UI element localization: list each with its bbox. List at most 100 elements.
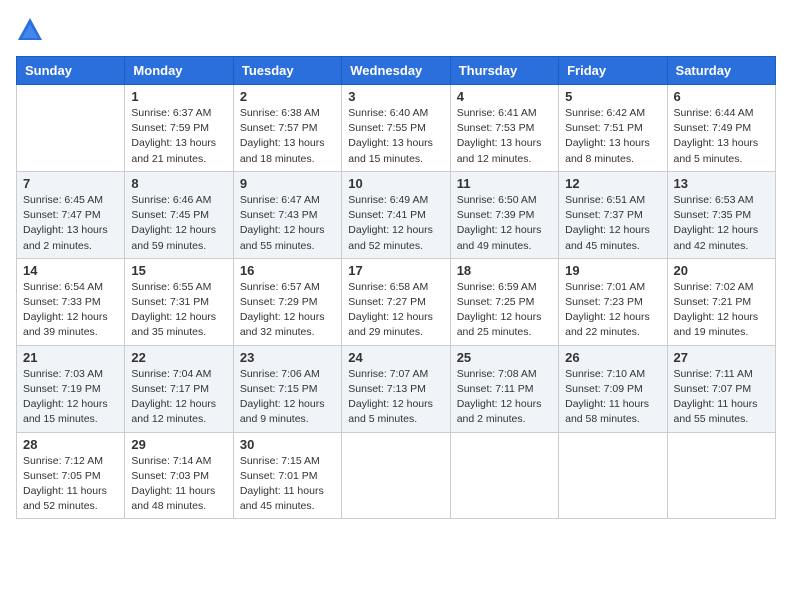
day-info: Sunrise: 6:55 AM Sunset: 7:31 PM Dayligh…	[131, 280, 226, 341]
day-header: Monday	[125, 57, 233, 85]
day-info: Sunrise: 6:40 AM Sunset: 7:55 PM Dayligh…	[348, 106, 443, 167]
day-number: 1	[131, 89, 226, 104]
day-header: Saturday	[667, 57, 775, 85]
day-info: Sunrise: 6:51 AM Sunset: 7:37 PM Dayligh…	[565, 193, 660, 254]
calendar-cell: 14 Sunrise: 6:54 AM Sunset: 7:33 PM Dayli…	[17, 258, 125, 345]
day-info: Sunrise: 7:11 AM Sunset: 7:07 PM Dayligh…	[674, 367, 769, 428]
calendar-cell: 19 Sunrise: 7:01 AM Sunset: 7:23 PM Dayli…	[559, 258, 667, 345]
day-number: 18	[457, 263, 552, 278]
day-info: Sunrise: 6:58 AM Sunset: 7:27 PM Dayligh…	[348, 280, 443, 341]
calendar-cell: 10 Sunrise: 6:49 AM Sunset: 7:41 PM Dayli…	[342, 171, 450, 258]
calendar-cell: 16 Sunrise: 6:57 AM Sunset: 7:29 PM Dayli…	[233, 258, 341, 345]
day-info: Sunrise: 7:12 AM Sunset: 7:05 PM Dayligh…	[23, 454, 118, 515]
day-info: Sunrise: 7:02 AM Sunset: 7:21 PM Dayligh…	[674, 280, 769, 341]
day-number: 14	[23, 263, 118, 278]
day-number: 12	[565, 176, 660, 191]
day-info: Sunrise: 6:46 AM Sunset: 7:45 PM Dayligh…	[131, 193, 226, 254]
day-number: 4	[457, 89, 552, 104]
calendar-cell: 4 Sunrise: 6:41 AM Sunset: 7:53 PM Daylig…	[450, 85, 558, 172]
day-info: Sunrise: 7:14 AM Sunset: 7:03 PM Dayligh…	[131, 454, 226, 515]
day-header: Tuesday	[233, 57, 341, 85]
calendar-cell: 3 Sunrise: 6:40 AM Sunset: 7:55 PM Daylig…	[342, 85, 450, 172]
calendar-cell: 25 Sunrise: 7:08 AM Sunset: 7:11 PM Dayli…	[450, 345, 558, 432]
calendar-cell	[667, 432, 775, 519]
calendar-cell: 8 Sunrise: 6:46 AM Sunset: 7:45 PM Daylig…	[125, 171, 233, 258]
day-number: 11	[457, 176, 552, 191]
day-header: Thursday	[450, 57, 558, 85]
calendar-cell: 6 Sunrise: 6:44 AM Sunset: 7:49 PM Daylig…	[667, 85, 775, 172]
day-info: Sunrise: 6:41 AM Sunset: 7:53 PM Dayligh…	[457, 106, 552, 167]
day-number: 8	[131, 176, 226, 191]
day-number: 30	[240, 437, 335, 452]
day-number: 2	[240, 89, 335, 104]
calendar-cell: 5 Sunrise: 6:42 AM Sunset: 7:51 PM Daylig…	[559, 85, 667, 172]
day-info: Sunrise: 6:57 AM Sunset: 7:29 PM Dayligh…	[240, 280, 335, 341]
day-number: 22	[131, 350, 226, 365]
day-number: 15	[131, 263, 226, 278]
calendar-week-row: 7 Sunrise: 6:45 AM Sunset: 7:47 PM Daylig…	[17, 171, 776, 258]
calendar-cell	[450, 432, 558, 519]
day-info: Sunrise: 6:47 AM Sunset: 7:43 PM Dayligh…	[240, 193, 335, 254]
day-info: Sunrise: 7:10 AM Sunset: 7:09 PM Dayligh…	[565, 367, 660, 428]
calendar-cell: 27Sunrise: 7:11 AM Sunset: 7:07 PM Dayli…	[667, 345, 775, 432]
day-header: Friday	[559, 57, 667, 85]
calendar-table: SundayMondayTuesdayWednesdayThursdayFrid…	[16, 56, 776, 519]
calendar-cell: 18Sunrise: 6:59 AM Sunset: 7:25 PM Dayli…	[450, 258, 558, 345]
logo	[16, 16, 48, 44]
day-number: 26	[565, 350, 660, 365]
day-number: 6	[674, 89, 769, 104]
day-header: Wednesday	[342, 57, 450, 85]
calendar-cell: 24Sunrise: 7:07 AM Sunset: 7:13 PM Dayli…	[342, 345, 450, 432]
calendar-cell: 7 Sunrise: 6:45 AM Sunset: 7:47 PM Daylig…	[17, 171, 125, 258]
calendar-cell: 21 Sunrise: 7:03 AM Sunset: 7:19 PM Dayli…	[17, 345, 125, 432]
calendar-cell: 23 Sunrise: 7:06 AM Sunset: 7:15 PM Dayli…	[233, 345, 341, 432]
calendar-cell: 26 Sunrise: 7:10 AM Sunset: 7:09 PM Dayli…	[559, 345, 667, 432]
day-info: Sunrise: 7:04 AM Sunset: 7:17 PM Dayligh…	[131, 367, 226, 428]
day-number: 28	[23, 437, 118, 452]
day-number: 13	[674, 176, 769, 191]
day-info: Sunrise: 7:03 AM Sunset: 7:19 PM Dayligh…	[23, 367, 118, 428]
day-info: Sunrise: 6:37 AM Sunset: 7:59 PM Dayligh…	[131, 106, 226, 167]
calendar-cell: 22 Sunrise: 7:04 AM Sunset: 7:17 PM Dayli…	[125, 345, 233, 432]
day-number: 16	[240, 263, 335, 278]
day-info: Sunrise: 7:07 AM Sunset: 7:13 PM Dayligh…	[348, 367, 443, 428]
day-number: 19	[565, 263, 660, 278]
calendar-week-row: 28 Sunrise: 7:12 AM Sunset: 7:05 PM Dayli…	[17, 432, 776, 519]
day-number: 29	[131, 437, 226, 452]
calendar-cell: 13 Sunrise: 6:53 AM Sunset: 7:35 PM Dayli…	[667, 171, 775, 258]
calendar-cell: 29 Sunrise: 7:14 AM Sunset: 7:03 PM Dayli…	[125, 432, 233, 519]
day-info: Sunrise: 6:49 AM Sunset: 7:41 PM Dayligh…	[348, 193, 443, 254]
calendar-week-row: 1 Sunrise: 6:37 AM Sunset: 7:59 PM Daylig…	[17, 85, 776, 172]
calendar-week-row: 14 Sunrise: 6:54 AM Sunset: 7:33 PM Dayli…	[17, 258, 776, 345]
day-number: 5	[565, 89, 660, 104]
day-info: Sunrise: 6:45 AM Sunset: 7:47 PM Dayligh…	[23, 193, 118, 254]
day-info: Sunrise: 6:50 AM Sunset: 7:39 PM Dayligh…	[457, 193, 552, 254]
day-number: 21	[23, 350, 118, 365]
calendar-cell: 11 Sunrise: 6:50 AM Sunset: 7:39 PM Dayli…	[450, 171, 558, 258]
day-info: Sunrise: 6:38 AM Sunset: 7:57 PM Dayligh…	[240, 106, 335, 167]
day-number: 7	[23, 176, 118, 191]
day-number: 25	[457, 350, 552, 365]
day-number: 9	[240, 176, 335, 191]
day-info: Sunrise: 6:42 AM Sunset: 7:51 PM Dayligh…	[565, 106, 660, 167]
day-info: Sunrise: 7:01 AM Sunset: 7:23 PM Dayligh…	[565, 280, 660, 341]
calendar-cell: 17Sunrise: 6:58 AM Sunset: 7:27 PM Dayli…	[342, 258, 450, 345]
calendar-cell: 20 Sunrise: 7:02 AM Sunset: 7:21 PM Dayli…	[667, 258, 775, 345]
calendar-cell: 1 Sunrise: 6:37 AM Sunset: 7:59 PM Daylig…	[125, 85, 233, 172]
day-info: Sunrise: 6:53 AM Sunset: 7:35 PM Dayligh…	[674, 193, 769, 254]
calendar-cell	[559, 432, 667, 519]
calendar-header-row: SundayMondayTuesdayWednesdayThursdayFrid…	[17, 57, 776, 85]
day-number: 20	[674, 263, 769, 278]
day-number: 10	[348, 176, 443, 191]
day-info: Sunrise: 6:54 AM Sunset: 7:33 PM Dayligh…	[23, 280, 118, 341]
day-info: Sunrise: 7:06 AM Sunset: 7:15 PM Dayligh…	[240, 367, 335, 428]
calendar-week-row: 21 Sunrise: 7:03 AM Sunset: 7:19 PM Dayli…	[17, 345, 776, 432]
day-info: Sunrise: 7:15 AM Sunset: 7:01 PM Dayligh…	[240, 454, 335, 515]
day-header: Sunday	[17, 57, 125, 85]
day-number: 23	[240, 350, 335, 365]
calendar-cell: 30 Sunrise: 7:15 AM Sunset: 7:01 PM Dayli…	[233, 432, 341, 519]
day-info: Sunrise: 6:44 AM Sunset: 7:49 PM Dayligh…	[674, 106, 769, 167]
day-info: Sunrise: 7:08 AM Sunset: 7:11 PM Dayligh…	[457, 367, 552, 428]
day-number: 3	[348, 89, 443, 104]
page-header	[16, 16, 776, 44]
